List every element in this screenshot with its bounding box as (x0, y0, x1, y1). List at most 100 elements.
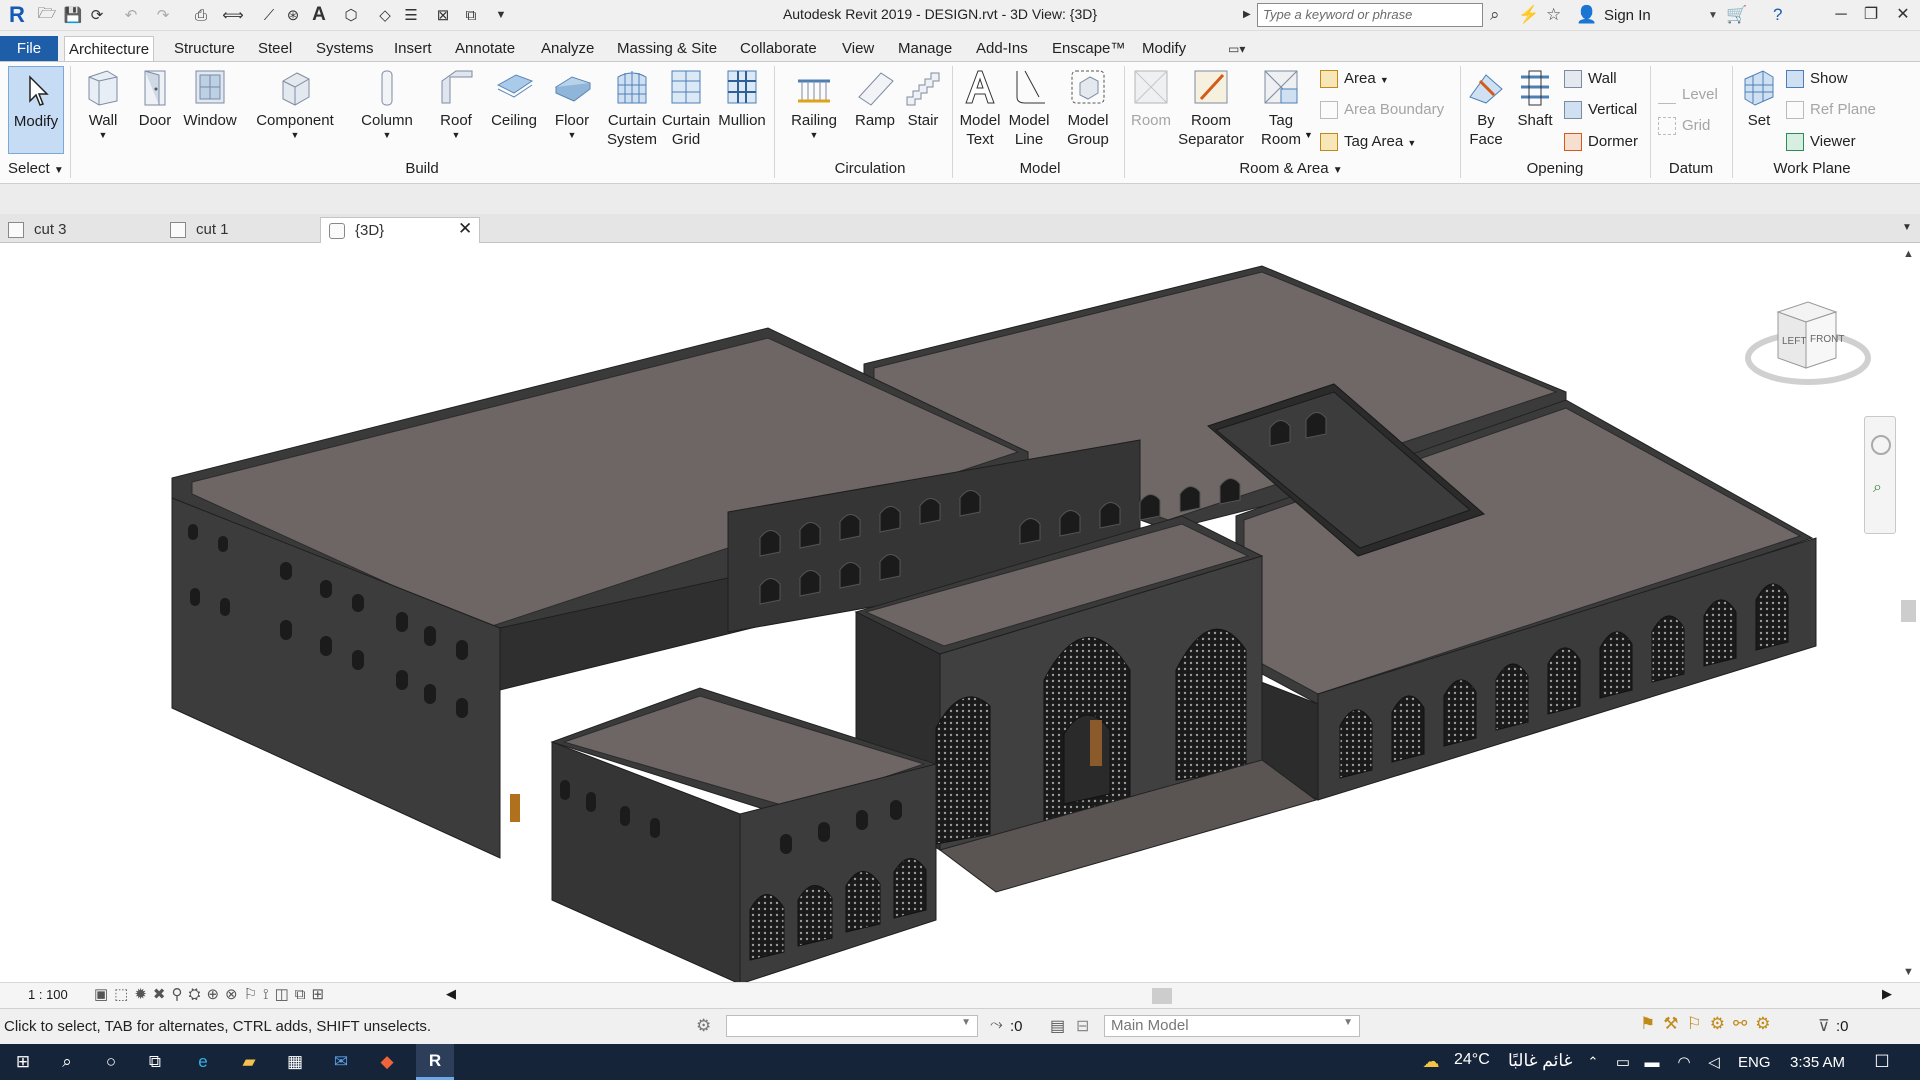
ref-plane-button[interactable]: Ref Plane (1786, 99, 1876, 121)
dimension-icon[interactable]: ⟋ (258, 5, 280, 25)
filter-icon[interactable]: ⊽ (1818, 1016, 1830, 1036)
tab-analyze[interactable]: Analyze (537, 36, 598, 61)
tag-room-dropdown-icon[interactable]: ▼ (1304, 130, 1313, 140)
undo-icon[interactable]: ↶ (120, 5, 142, 25)
weather-icon[interactable]: ☁ (1416, 1044, 1446, 1080)
room-area-panel-label[interactable]: Room & Area ▼ (1236, 160, 1346, 177)
curtain-grid-button[interactable]: Curtain Grid (660, 65, 712, 149)
mullion-button[interactable]: Mullion (714, 65, 770, 130)
tab-add-ins[interactable]: Add-Ins (972, 36, 1032, 61)
modify-button[interactable]: Modify (8, 66, 64, 154)
show-hidden-icons[interactable]: ⌃ (1582, 1044, 1604, 1080)
mail-icon[interactable]: ✉ (324, 1044, 358, 1080)
close-button[interactable]: ✕ (1888, 3, 1918, 27)
selection-toggle-icons[interactable]: ⚑⚒⚐⚙⚯⚙ (1640, 1014, 1778, 1034)
tab-structure[interactable]: Structure (170, 36, 239, 61)
roof-button[interactable]: Roof ▼ (434, 65, 478, 140)
model-text-button[interactable]: Model Text (956, 65, 1004, 149)
design-option-dropdown[interactable]: Main Model ▼ (1104, 1015, 1360, 1037)
viewer-button[interactable]: Viewer (1786, 131, 1856, 153)
minimize-ribbon-icon[interactable]: ▭▾ (1228, 42, 1258, 58)
workset-icon[interactable]: ⚙ (696, 1016, 711, 1036)
level-button[interactable]: Level (1658, 84, 1718, 106)
drawing-canvas[interactable] (0, 244, 1920, 985)
railing-button[interactable]: Railing ▼ (786, 65, 842, 140)
room-button[interactable]: Room (1128, 65, 1174, 130)
dormer-button[interactable]: Dormer (1564, 131, 1638, 153)
tab-systems[interactable]: Systems (312, 36, 378, 61)
select-panel-label[interactable]: Select ▼ (8, 160, 64, 177)
clock[interactable]: 3:35 AM (1790, 1054, 1845, 1071)
floor-button[interactable]: Floor ▼ (550, 65, 594, 140)
scroll-right-icon[interactable]: ▶ (1882, 986, 1892, 1002)
help-icon[interactable]: ? (1773, 5, 1782, 25)
vertical-scrollbar[interactable]: ▲ ▼ (1897, 244, 1920, 982)
app-store-cart-icon[interactable]: 🛒 (1726, 5, 1747, 25)
vertical-scroll-thumb[interactable] (1901, 600, 1916, 622)
binoculars-icon[interactable]: ⌕ (1490, 5, 1500, 25)
tab-list-icon[interactable]: ▼ (1902, 222, 1912, 233)
tab-insert[interactable]: Insert (390, 36, 436, 61)
wifi-icon[interactable]: ◠ (1672, 1044, 1696, 1080)
shaft-button[interactable]: Shaft (1512, 65, 1558, 130)
file-explorer-icon[interactable]: ▰ (232, 1044, 266, 1080)
steering-wheel-icon[interactable] (1871, 435, 1891, 455)
edge-icon[interactable]: e (186, 1044, 220, 1080)
notifications-icon[interactable]: ☐ (1866, 1044, 1898, 1080)
tab-modify[interactable]: Modify (1138, 36, 1190, 61)
revit-taskbar-icon[interactable]: R (416, 1044, 454, 1080)
start-icon[interactable]: ⊞ (6, 1044, 40, 1080)
print-icon[interactable]: ⎙ (190, 5, 212, 25)
view-tab-cut-1[interactable]: cut 1 (162, 217, 320, 243)
area-boundary-button[interactable]: Area Boundary (1320, 99, 1444, 121)
cortana-icon[interactable]: ○ (94, 1044, 128, 1080)
editable-only-icon[interactable]: ⤳ (990, 1016, 1003, 1034)
view-control-icons[interactable]: ▣⬚✹✖⚲⛭⊕⊗⚐⟟◫⧉⊞ (94, 985, 330, 1003)
exclude-options-icon[interactable]: ⊟ (1076, 1016, 1089, 1036)
thin-lines-icon[interactable]: ☰ (400, 5, 422, 25)
tab-annotate[interactable]: Annotate (451, 36, 519, 61)
tab-enscape[interactable]: Enscape™ (1048, 36, 1129, 61)
search-taskbar-icon[interactable]: ⌕ (50, 1044, 84, 1080)
temperature[interactable]: 24°C (1454, 1051, 1490, 1069)
tab-file[interactable]: File (0, 36, 58, 61)
viewcube-left-face[interactable]: LEFT (1782, 336, 1806, 347)
model-group-button[interactable]: Model Group (1060, 65, 1116, 149)
subscription-icon[interactable]: ⚡ (1518, 5, 1539, 25)
curtain-system-button[interactable]: Curtain System (604, 65, 660, 149)
by-face-button[interactable]: By Face (1466, 65, 1506, 149)
section-icon[interactable]: ◇ (374, 5, 396, 25)
revit-logo-icon[interactable]: R (6, 3, 28, 27)
column-button[interactable]: Column ▼ (360, 65, 414, 140)
view-tab-cut-3[interactable]: cut 3 (0, 217, 160, 243)
tab-architecture[interactable]: Architecture (64, 36, 155, 61)
set-work-plane-button[interactable]: Set (1738, 65, 1780, 130)
measure-icon[interactable]: ⟺ (222, 5, 244, 25)
sign-in-link[interactable]: Sign In (1604, 7, 1651, 24)
tab-manage[interactable]: Manage (894, 36, 956, 61)
door-button[interactable]: Door (134, 65, 176, 130)
scroll-up-icon[interactable]: ▲ (1903, 248, 1914, 260)
expand-search-icon[interactable]: ▶ (1243, 9, 1251, 20)
chevron-down-icon[interactable]: ▼ (1708, 10, 1718, 21)
search-input[interactable]: Type a keyword or phrase (1257, 3, 1483, 27)
weather-description[interactable]: غائم غالبًا (1508, 1051, 1572, 1071)
minimize-button[interactable]: ─ (1826, 3, 1856, 27)
vertical-button[interactable]: Vertical (1564, 99, 1637, 121)
viewcube-front-face[interactable]: FRONT (1810, 334, 1844, 345)
open-icon[interactable]: 🗁 (36, 5, 58, 25)
view-tab-3d[interactable]: {3D} (320, 217, 480, 243)
task-view-icon[interactable]: ⧉ (138, 1044, 172, 1080)
favorites-star-icon[interactable]: ☆ (1546, 5, 1561, 25)
horizontal-scroll-thumb[interactable] (1152, 988, 1172, 1004)
ceiling-button[interactable]: Ceiling (488, 65, 540, 130)
restore-button[interactable]: ❐ (1856, 3, 1886, 27)
device-icon[interactable]: ▭ (1612, 1044, 1634, 1080)
wall-button[interactable]: Wall ▼ (82, 65, 124, 140)
area-button[interactable]: Area ▼ (1320, 68, 1389, 90)
text-icon[interactable]: A (308, 4, 330, 25)
3d-view-icon[interactable]: ⬡ (340, 5, 362, 25)
component-button[interactable]: Component ▼ (254, 65, 336, 140)
stair-button[interactable]: Stair (900, 65, 946, 130)
tag-icon[interactable]: ⊛ (282, 5, 304, 25)
